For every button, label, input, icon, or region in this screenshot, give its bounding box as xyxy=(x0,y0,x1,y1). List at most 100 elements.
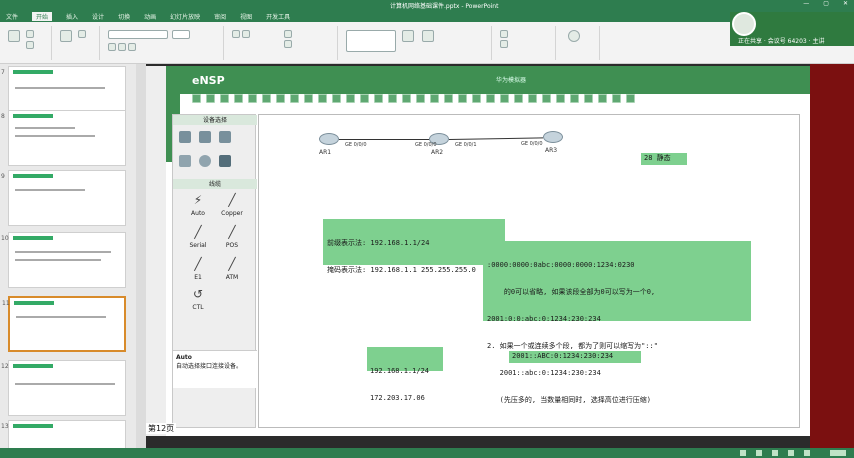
huawei-icon[interactable] xyxy=(584,94,593,103)
tab-animations[interactable]: 动画 xyxy=(144,12,156,21)
grid-icon[interactable] xyxy=(500,94,509,103)
ellipse-icon[interactable] xyxy=(374,94,383,103)
palette-icon[interactable] xyxy=(388,94,397,103)
tab-design[interactable]: 设计 xyxy=(92,12,104,21)
save-as-icon[interactable] xyxy=(234,94,243,103)
cable-pos[interactable]: ╱ POS xyxy=(207,225,257,249)
close-button[interactable]: ✕ xyxy=(843,0,848,7)
router-category-icon[interactable] xyxy=(179,131,191,143)
tab-insert[interactable]: 插入 xyxy=(66,12,78,21)
new-topology-icon[interactable] xyxy=(192,94,201,103)
ipv6-short-box[interactable]: 2001::ABC:0:1234:230:234 xyxy=(509,351,641,363)
delete-icon[interactable] xyxy=(318,94,327,103)
open-icon[interactable] xyxy=(206,94,215,103)
font-family-select[interactable] xyxy=(108,30,168,39)
about-icon[interactable] xyxy=(612,94,621,103)
layout-icon[interactable] xyxy=(78,30,86,38)
help-icon[interactable] xyxy=(556,94,565,103)
tab-file[interactable]: 文件 xyxy=(6,12,18,21)
slide-thumbnail[interactable]: 13 xyxy=(1,420,126,450)
slide-thumbnail-pane: 7 8 9 10 11 12 13 xyxy=(0,64,136,458)
tab-transitions[interactable]: 切换 xyxy=(118,12,130,21)
switch-category-icon[interactable] xyxy=(199,131,211,143)
settings-icon[interactable] xyxy=(458,94,467,103)
tab-home[interactable]: 开始 xyxy=(32,11,53,21)
capture-icon[interactable] xyxy=(430,94,439,103)
pane-divider[interactable] xyxy=(136,64,146,458)
ipv4-examples-box[interactable]: 192.168.1.1/24 172.203.17.06 xyxy=(367,347,443,402)
copy-icon[interactable] xyxy=(26,41,34,49)
start-device-icon[interactable] xyxy=(402,94,411,103)
slide-thumbnail[interactable]: 8 xyxy=(1,110,126,166)
layout-icon[interactable] xyxy=(626,94,635,103)
link-ar2-ar3[interactable] xyxy=(449,137,544,140)
numbering-icon[interactable] xyxy=(242,30,250,38)
italic-icon[interactable] xyxy=(118,43,126,51)
topology-canvas[interactable]: AR1 AR2 AR3 GE 0/0/0 GE 0/0/0 GE 0/0/1 G… xyxy=(258,114,800,428)
replace-icon[interactable] xyxy=(500,40,508,48)
cable-ctl[interactable]: ↺ CTL xyxy=(173,287,223,311)
select-icon[interactable] xyxy=(290,94,299,103)
bullets-icon[interactable] xyxy=(232,30,240,38)
console-icon[interactable] xyxy=(472,94,481,103)
network-icon[interactable] xyxy=(486,94,495,103)
zoom-slider[interactable] xyxy=(830,450,846,456)
undo-icon[interactable] xyxy=(262,94,271,103)
link-ar1-ar2[interactable] xyxy=(339,139,429,140)
minimize-button[interactable]: — xyxy=(803,0,809,7)
reading-view-icon[interactable] xyxy=(788,450,794,456)
find-icon[interactable] xyxy=(500,30,508,38)
tab-slideshow[interactable]: 幻灯片放映 xyxy=(170,12,200,21)
arrange-icon[interactable] xyxy=(402,30,414,42)
stop-device-icon[interactable] xyxy=(416,94,425,103)
cloud-category-icon[interactable] xyxy=(199,155,211,167)
forum-icon[interactable] xyxy=(570,94,579,103)
save-icon[interactable] xyxy=(220,94,229,103)
new-slide-icon[interactable] xyxy=(60,30,72,42)
cable-copper[interactable]: ╱ Copper xyxy=(207,193,257,217)
router-icon[interactable] xyxy=(319,133,339,145)
quick-styles-icon[interactable] xyxy=(422,30,434,42)
underline-icon[interactable] xyxy=(128,43,136,51)
slide-thumbnail[interactable]: 10 xyxy=(1,232,126,288)
font-size-select[interactable] xyxy=(172,30,190,39)
pc-category-icon[interactable] xyxy=(179,155,191,167)
paste-icon[interactable] xyxy=(8,30,20,42)
slide-thumbnail[interactable]: 9 xyxy=(1,170,126,226)
tab-view[interactable]: 视图 xyxy=(240,12,252,21)
slide-thumbnail[interactable]: 12 xyxy=(1,360,126,416)
print-icon[interactable] xyxy=(248,94,257,103)
text-icon[interactable] xyxy=(346,94,355,103)
fit-icon[interactable] xyxy=(542,94,551,103)
cable-atm[interactable]: ╱ ATM xyxy=(207,257,257,281)
mask-notation-box[interactable]: 前缀表示法: 192.168.1.1/24 掩码表示法: 192.168.1.1… xyxy=(323,219,505,274)
normal-view-icon[interactable] xyxy=(756,450,762,456)
topology-view-icon[interactable] xyxy=(444,94,453,103)
slideshow-icon[interactable] xyxy=(804,450,810,456)
redo-icon[interactable] xyxy=(276,94,285,103)
text-direction-icon[interactable] xyxy=(284,30,292,38)
shapes-gallery[interactable] xyxy=(346,30,396,52)
maximize-button[interactable]: ▢ xyxy=(823,0,829,7)
wlan-category-icon[interactable] xyxy=(219,131,231,143)
cloud-icon[interactable] xyxy=(598,94,607,103)
move-icon[interactable] xyxy=(304,94,313,103)
tab-review[interactable]: 审阅 xyxy=(214,12,226,21)
zoom-out-icon[interactable] xyxy=(528,94,537,103)
designer-icon[interactable] xyxy=(568,30,580,42)
slide-canvas[interactable]: eNSP 华为模拟器 设备选择 线缆 ⚡ Auto ╱ Copper ╱ Ser… xyxy=(146,66,810,436)
delete-link-icon[interactable] xyxy=(332,94,341,103)
slide-thumbnail-selected[interactable]: 11 xyxy=(2,296,126,352)
bold-icon[interactable] xyxy=(108,43,116,51)
rectangle-icon[interactable] xyxy=(360,94,369,103)
static-route-tag[interactable]: 28 静态 xyxy=(641,153,687,165)
cut-icon[interactable] xyxy=(26,30,34,38)
cable-category-icon[interactable] xyxy=(219,155,231,167)
align-text-icon[interactable] xyxy=(284,40,292,48)
ipv6-rules-box[interactable]: :0000:0000:0abc:0000:0000:1234:0230 的0可以… xyxy=(483,241,751,404)
sorter-view-icon[interactable] xyxy=(772,450,778,456)
notes-icon[interactable] xyxy=(740,450,746,456)
zoom-in-icon[interactable] xyxy=(514,94,523,103)
tab-developer[interactable]: 开发工具 xyxy=(266,12,290,21)
router-icon[interactable] xyxy=(543,131,563,143)
